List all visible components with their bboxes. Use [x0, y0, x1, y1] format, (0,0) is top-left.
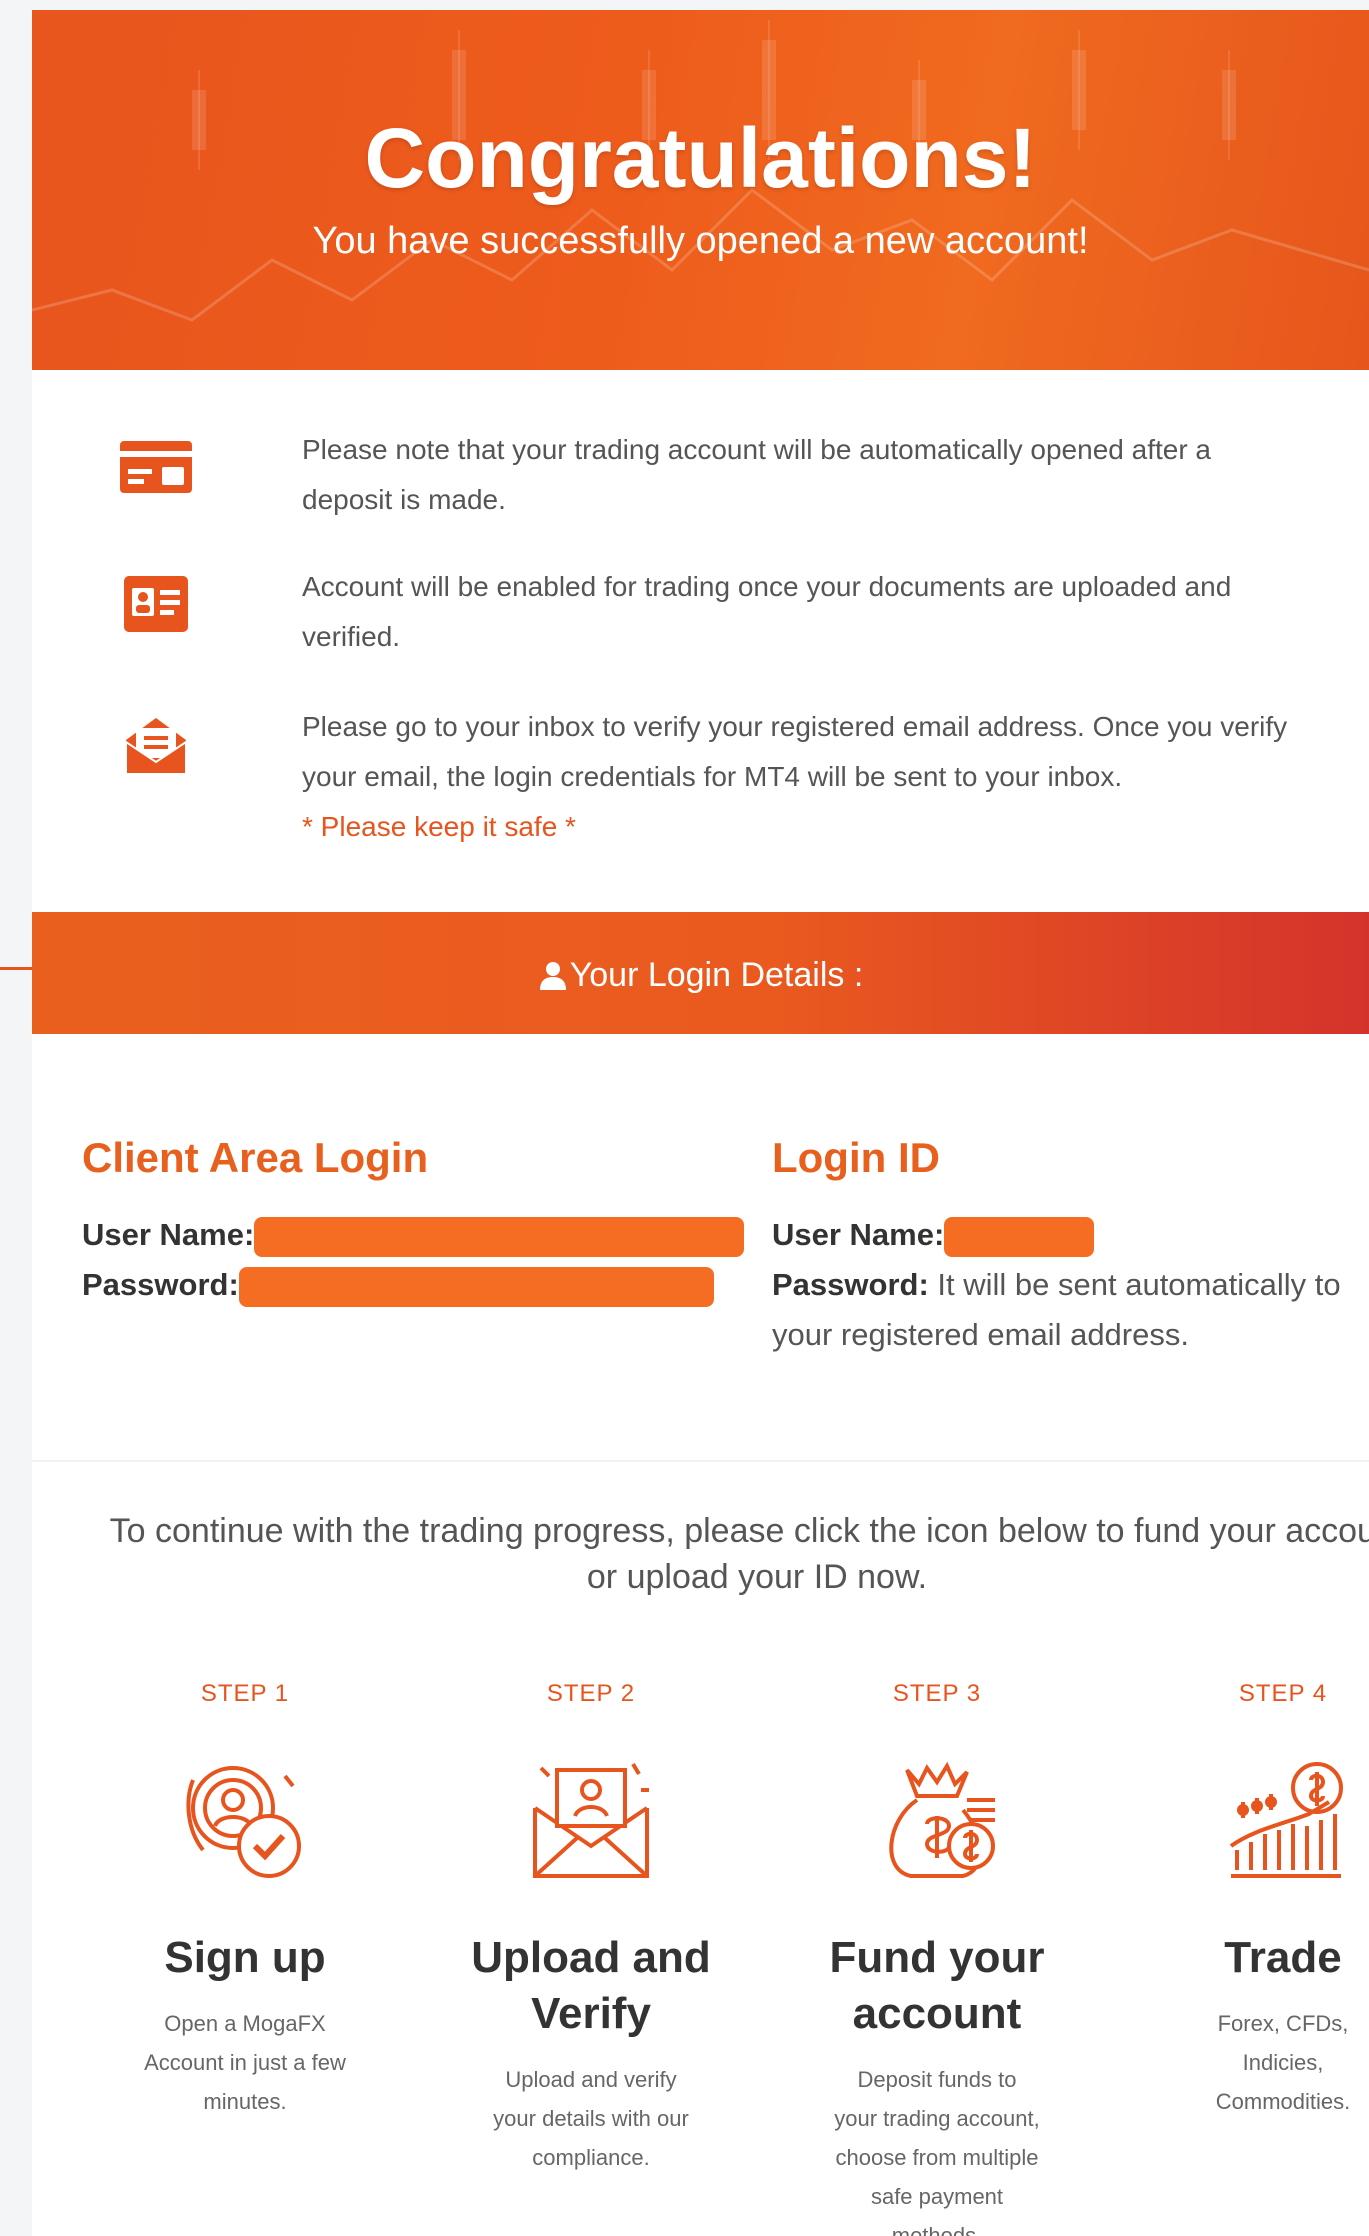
- client-area-title: Client Area Login: [82, 1134, 429, 1181]
- redacted-login-username: [944, 1216, 1095, 1257]
- login-id-column: Login ID User Name: Password: It will be…: [772, 1134, 1369, 1360]
- email-envelope-icon: [125, 718, 187, 775]
- step-description: Upload and verify your details with our …: [493, 2067, 689, 2170]
- step-description: Deposit funds to your trading account, c…: [834, 2067, 1040, 2236]
- step-title: Sign up: [164, 1933, 326, 1982]
- step-label: STEP 1: [200, 1680, 290, 1707]
- user-icon: [539, 962, 566, 991]
- step-description: Forex, CFDs, Indicies, Commodities.: [1215, 2011, 1351, 2114]
- congratulations-title: Congratulations!: [364, 111, 1037, 205]
- user-check-icon[interactable]: [175, 1750, 315, 1890]
- client-password-label: Password:: [82, 1267, 239, 1302]
- redacted-username: [254, 1216, 745, 1257]
- step-upload-verify[interactable]: STEP 2 Upload and Verify Upload and veri…: [418, 1680, 764, 2177]
- client-area-column: Client Area Login User Name: Password:: [82, 1134, 772, 1310]
- step-label: STEP 2: [546, 1680, 636, 1707]
- notice-text-email: Please go to your inbox to verify your r…: [302, 702, 1289, 852]
- notice-text-deposit: Please note that your trading account wi…: [302, 434, 1212, 515]
- credit-card-icon: [120, 441, 192, 493]
- step-title: Upload and Verify: [471, 1933, 711, 2038]
- email-card: Congratulations! You have successfully o…: [32, 10, 1369, 2236]
- step-label: STEP 3: [892, 1680, 982, 1707]
- money-bag-icon[interactable]: [867, 1750, 1007, 1890]
- step-sign-up[interactable]: STEP 1 Sign up Open a MogaFX Account in …: [72, 1680, 418, 2121]
- step-title: Trade: [1224, 1933, 1342, 1982]
- login-details-banner: Your Login Details :: [32, 912, 1369, 1034]
- hero-banner: Congratulations! You have successfully o…: [32, 10, 1369, 370]
- envelope-upload-icon[interactable]: [521, 1750, 661, 1890]
- notice-email-body: Please go to your inbox to verify your r…: [302, 711, 1288, 792]
- login-username-row: User Name:: [772, 1210, 1369, 1260]
- step-fund-account[interactable]: STEP 3 Fund your account Deposit funds t…: [764, 1680, 1110, 2236]
- notice-list: Please note that your trading account wi…: [32, 370, 1369, 920]
- continue-instruction: To continue with the trading progress, p…: [109, 1512, 1369, 1596]
- step-trade[interactable]: STEP 4 Trade Forex, CFDs, Indicies, Comm…: [1110, 1680, 1369, 2121]
- login-password-label: Password:: [772, 1267, 929, 1302]
- redacted-password: [238, 1266, 714, 1307]
- notice-text-documents: Account will be enabled for trading once…: [302, 571, 1232, 652]
- login-password-row: Password: It will be sent automatically …: [772, 1260, 1369, 1360]
- step-label: STEP 4: [1238, 1680, 1328, 1707]
- left-divider-line: [0, 967, 35, 970]
- client-username-row: User Name:: [82, 1210, 772, 1260]
- step-title: Fund your account: [829, 1933, 1045, 2038]
- login-id-title: Login ID: [772, 1134, 940, 1181]
- client-username-label: User Name:: [82, 1217, 255, 1252]
- step-description: Open a MogaFX Account in just a few minu…: [144, 2011, 346, 2114]
- login-details-section: Client Area Login User Name: Password: L…: [32, 1034, 1369, 1460]
- section-divider: [32, 1460, 1369, 1462]
- trade-chart-icon[interactable]: [1213, 1750, 1353, 1890]
- hero-subtitle: You have successfully opened a new accou…: [312, 220, 1089, 262]
- login-details-label: Your Login Details :: [569, 956, 864, 995]
- client-password-row: Password:: [82, 1260, 772, 1310]
- keep-safe-note: * Please keep it safe *: [302, 811, 576, 842]
- login-username-label: User Name:: [772, 1217, 945, 1252]
- id-card-icon: [124, 576, 188, 632]
